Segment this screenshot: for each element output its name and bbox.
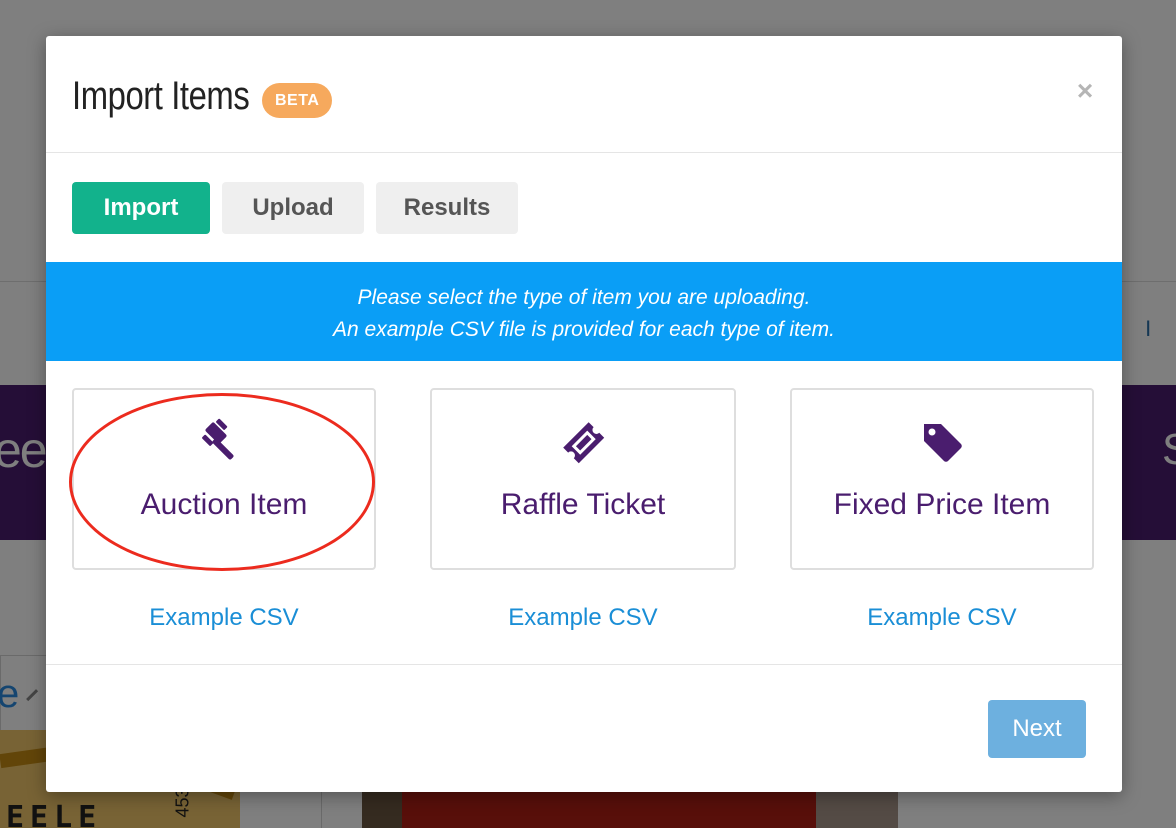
fixed-price-example-csv-link[interactable]: Example CSV (790, 604, 1094, 632)
tab-import[interactable]: Import (72, 182, 210, 234)
ticket-icon (563, 422, 605, 464)
beta-badge: BETA (262, 83, 333, 118)
tab-upload[interactable]: Upload (222, 182, 364, 234)
raffle-ticket-card[interactable]: Raffle Ticket (430, 388, 736, 570)
tag-icon (924, 424, 962, 462)
modal-title: Import Items (72, 74, 250, 118)
gavel-icon (202, 418, 234, 460)
tab-results[interactable]: Results (376, 182, 518, 234)
auction-item-label: Auction Item (140, 488, 308, 521)
fixed-price-item-card[interactable]: Fixed Price Item (790, 388, 1094, 570)
auction-example-csv-link[interactable]: Example CSV (72, 604, 376, 632)
import-items-modal: Import Items BETA × Import Upload Result… (46, 36, 1122, 792)
info-banner: Please select the type of item you are u… (46, 262, 1122, 361)
info-line-2: An example CSV file is provided for each… (333, 318, 835, 341)
footer-divider (46, 664, 1122, 665)
auction-item-card[interactable]: Auction Item (72, 388, 376, 570)
raffle-ticket-label: Raffle Ticket (500, 488, 666, 521)
next-button[interactable]: Next (988, 700, 1086, 758)
info-line-1: Please select the type of item you are u… (357, 286, 811, 309)
modal-header: Import Items BETA × (46, 36, 1122, 153)
fixed-price-item-label: Fixed Price Item (833, 488, 1051, 521)
close-button[interactable]: × (1073, 76, 1097, 106)
raffle-example-csv-link[interactable]: Example CSV (430, 604, 736, 632)
